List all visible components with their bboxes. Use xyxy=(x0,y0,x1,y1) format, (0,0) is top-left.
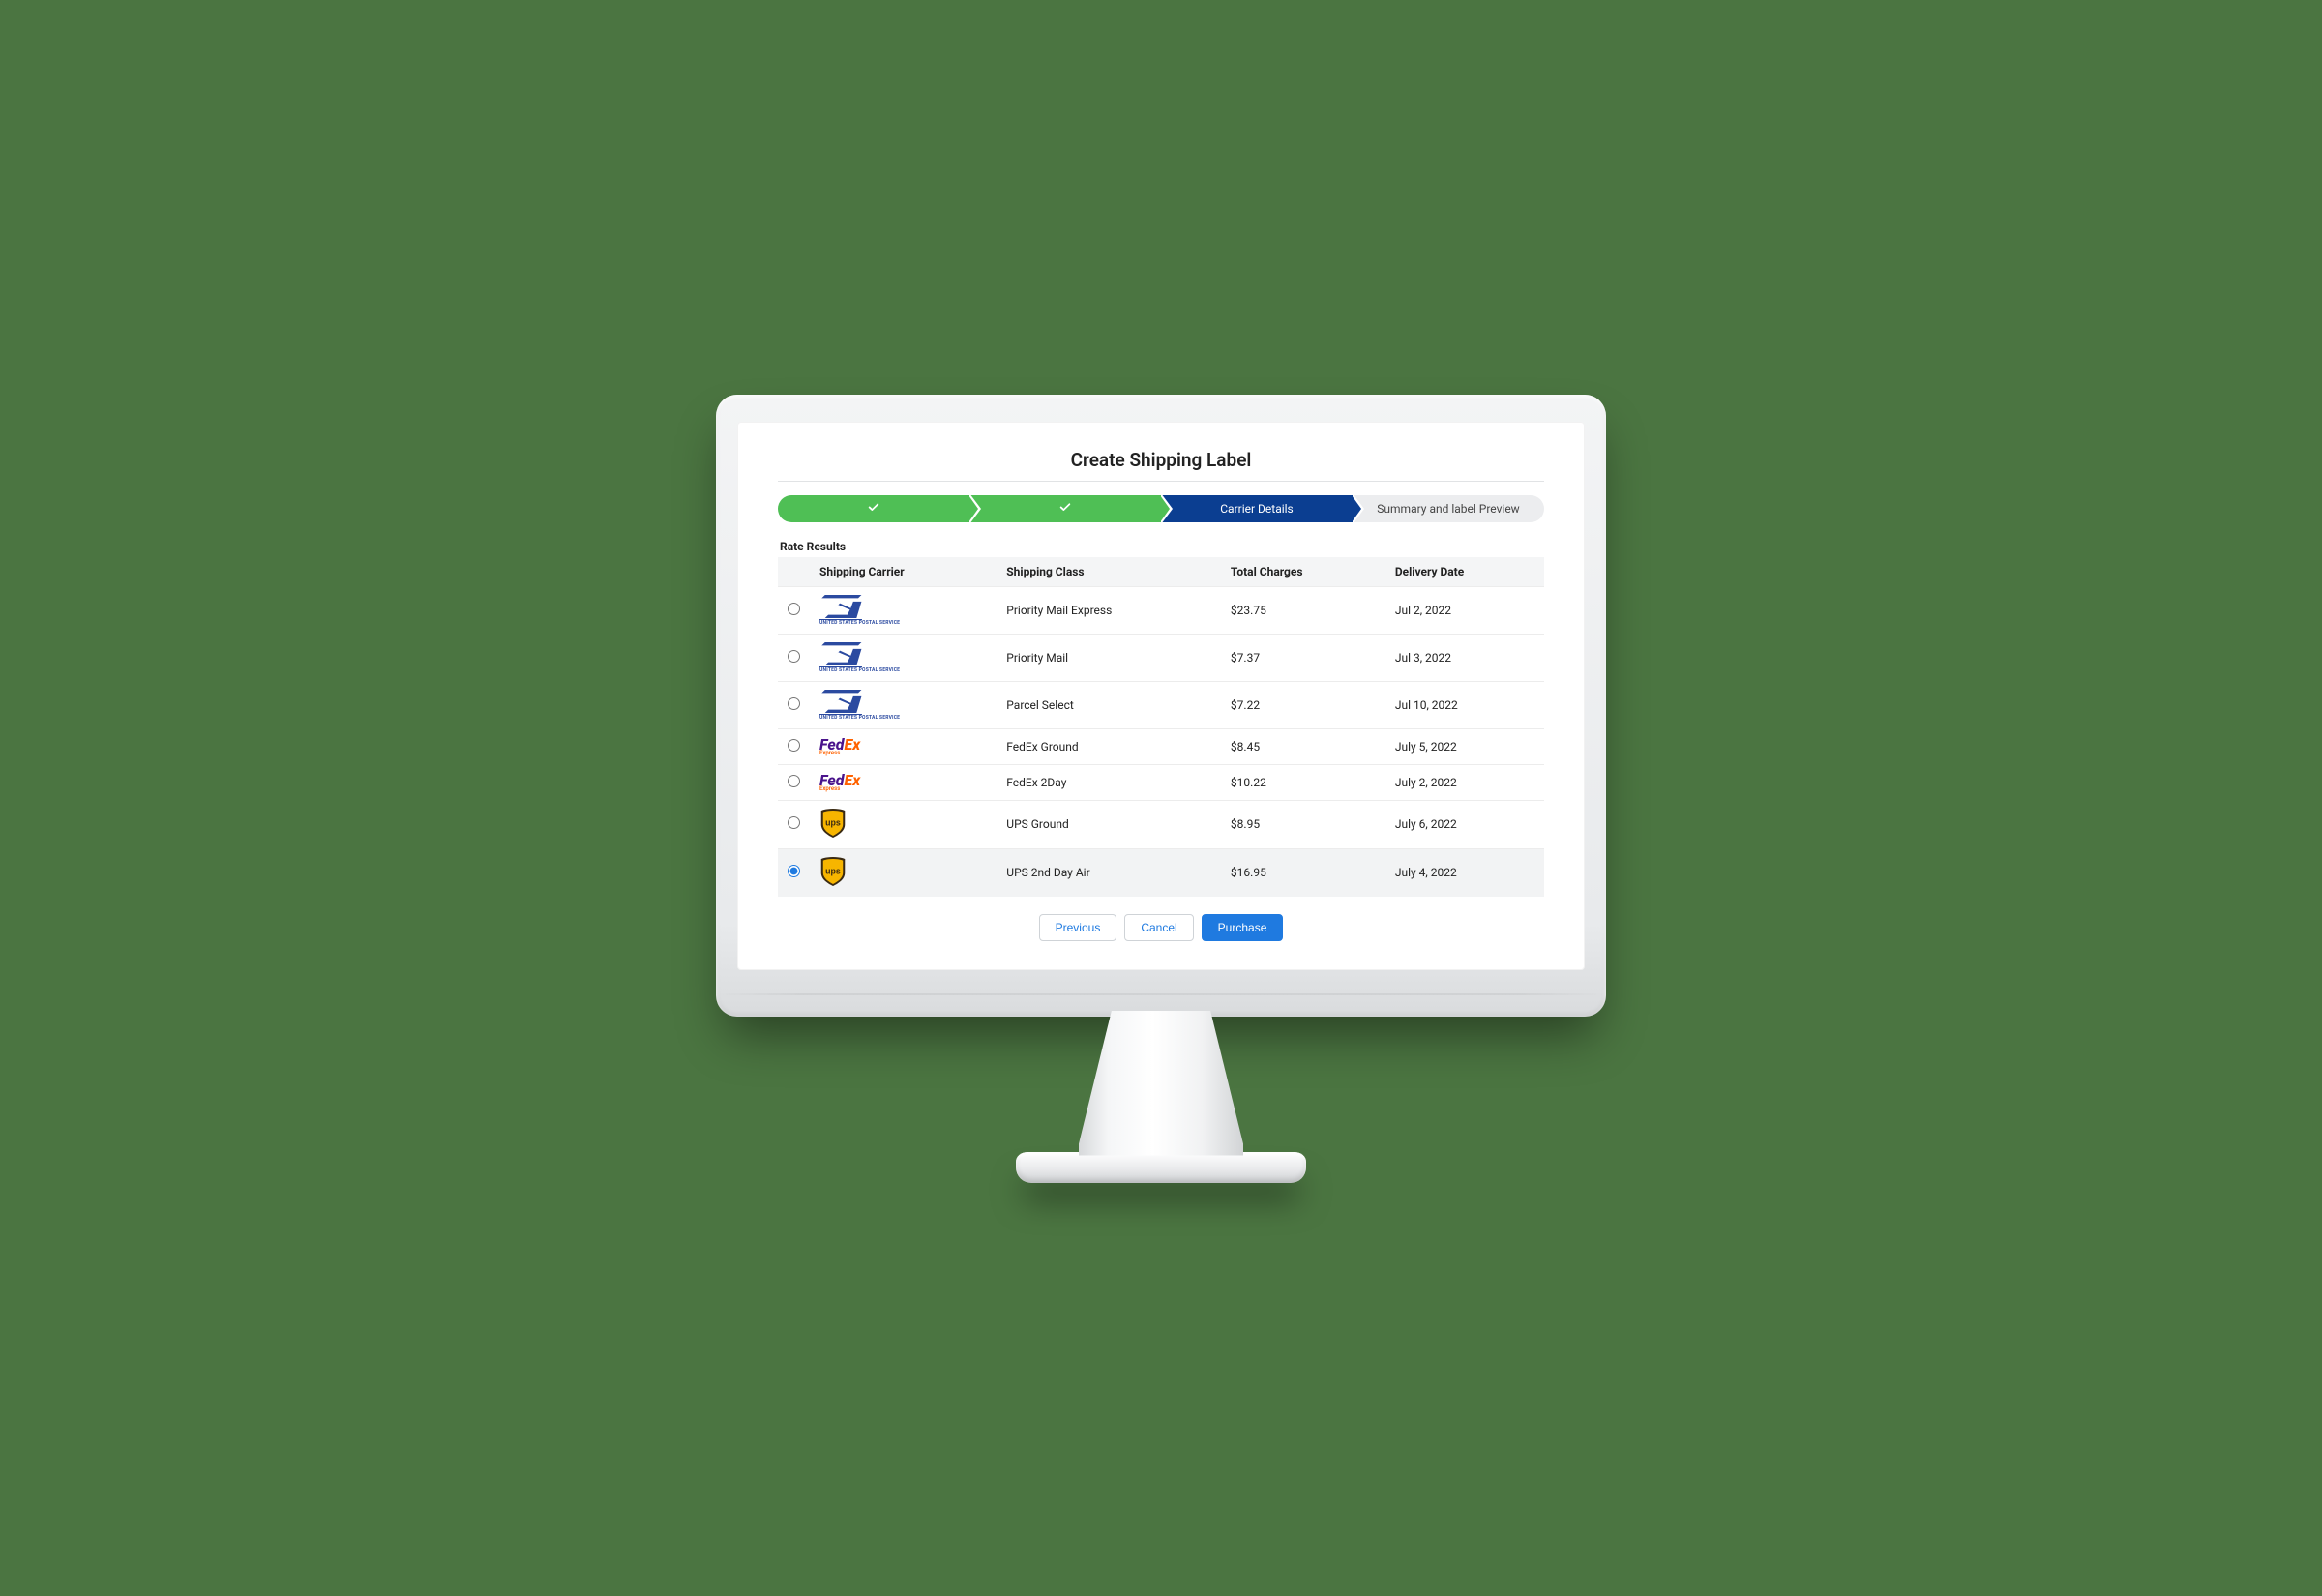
rate-class-cell: FedEx Ground xyxy=(997,728,1221,764)
rate-charges-cell: $7.22 xyxy=(1221,681,1385,728)
purchase-button[interactable]: Purchase xyxy=(1202,914,1284,941)
rate-charges-cell: $23.75 xyxy=(1221,586,1385,634)
check-icon xyxy=(867,500,880,514)
wizard-step-3[interactable]: Carrier Details xyxy=(1161,495,1353,522)
rate-results-table: Shipping Carrier Shipping Class Total Ch… xyxy=(778,557,1544,897)
rate-charges-cell: $10.22 xyxy=(1221,764,1385,800)
wizard-step-4: Summary and label Preview xyxy=(1353,495,1544,522)
monitor-foot xyxy=(1016,1152,1306,1183)
title-divider xyxy=(778,481,1544,482)
rate-row[interactable]: FedEx Express FedEx Ground$8.45July 5, 2… xyxy=(778,728,1544,764)
rate-select-cell xyxy=(778,800,810,848)
wizard-stepper: Carrier Details Summary and label Preview xyxy=(778,495,1544,522)
wizard-step-1[interactable] xyxy=(778,495,969,522)
rate-select-cell xyxy=(778,728,810,764)
rate-delivery-cell: July 6, 2022 xyxy=(1385,800,1544,848)
rate-radio[interactable] xyxy=(788,816,800,829)
rate-select-cell xyxy=(778,764,810,800)
svg-text:ups: ups xyxy=(825,866,841,875)
wizard-step-2[interactable] xyxy=(969,495,1161,522)
wizard-step-label: Summary and label Preview xyxy=(1377,502,1519,516)
rate-results-heading: Rate Results xyxy=(780,540,1544,553)
rate-delivery-cell: July 4, 2022 xyxy=(1385,848,1544,897)
rate-charges-cell: $8.95 xyxy=(1221,800,1385,848)
rate-row[interactable]: UNITED STATES POSTAL SERVICE Priority Ma… xyxy=(778,634,1544,681)
rate-delivery-cell: Jul 3, 2022 xyxy=(1385,634,1544,681)
rate-row[interactable]: ups UPS Ground$8.95July 6, 2022 xyxy=(778,800,1544,848)
rate-radio[interactable] xyxy=(788,650,800,663)
rate-row[interactable]: UNITED STATES POSTAL SERVICE Parcel Sele… xyxy=(778,681,1544,728)
rate-row[interactable]: FedEx Express FedEx 2Day$10.22July 2, 20… xyxy=(778,764,1544,800)
rate-select-cell xyxy=(778,848,810,897)
rate-class-cell: Priority Mail xyxy=(997,634,1221,681)
col-carrier: Shipping Carrier xyxy=(810,557,997,587)
rate-class-cell: Priority Mail Express xyxy=(997,586,1221,634)
cancel-button[interactable]: Cancel xyxy=(1124,914,1193,941)
rate-select-cell xyxy=(778,586,810,634)
rate-row[interactable]: ups UPS 2nd Day Air$16.95July 4, 2022 xyxy=(778,848,1544,897)
col-charges: Total Charges xyxy=(1221,557,1385,587)
wizard-step-label xyxy=(867,500,880,517)
col-class: Shipping Class xyxy=(997,557,1221,587)
col-select xyxy=(778,557,810,587)
ups-logo-icon: ups xyxy=(819,857,847,886)
action-bar: Previous Cancel Purchase xyxy=(778,914,1544,941)
rate-charges-cell: $8.45 xyxy=(1221,728,1385,764)
rate-radio[interactable] xyxy=(788,775,800,787)
svg-text:ups: ups xyxy=(825,817,841,827)
wizard-step-label xyxy=(1058,500,1072,517)
rate-class-cell: FedEx 2Day xyxy=(997,764,1221,800)
rate-row[interactable]: UNITED STATES POSTAL SERVICE Priority Ma… xyxy=(778,586,1544,634)
fedex-logo-icon: FedEx Express xyxy=(819,737,860,756)
rate-carrier-cell: UNITED STATES POSTAL SERVICE xyxy=(810,681,997,728)
rate-carrier-cell: FedEx Express xyxy=(810,728,997,764)
rate-class-cell: Parcel Select xyxy=(997,681,1221,728)
rate-radio[interactable] xyxy=(788,603,800,615)
check-icon xyxy=(1058,500,1072,514)
rate-carrier-cell: FedEx Express xyxy=(810,764,997,800)
rate-carrier-cell: ups xyxy=(810,800,997,848)
col-delivery: Delivery Date xyxy=(1385,557,1544,587)
rate-delivery-cell: July 2, 2022 xyxy=(1385,764,1544,800)
wizard-step-label: Carrier Details xyxy=(1220,502,1294,516)
previous-button[interactable]: Previous xyxy=(1039,914,1117,941)
rate-select-cell xyxy=(778,681,810,728)
monitor-neck xyxy=(1079,1011,1243,1156)
rate-delivery-cell: Jul 2, 2022 xyxy=(1385,586,1544,634)
monitor-bezel: Create Shipping Label Carrier Details Sum… xyxy=(716,395,1606,1017)
usps-logo-icon: UNITED STATES POSTAL SERVICE xyxy=(819,642,862,673)
rate-radio[interactable] xyxy=(788,739,800,752)
rate-delivery-cell: Jul 10, 2022 xyxy=(1385,681,1544,728)
usps-logo-icon: UNITED STATES POSTAL SERVICE xyxy=(819,595,862,626)
monitor-mockup: Create Shipping Label Carrier Details Sum… xyxy=(716,395,1606,1183)
ups-logo-icon: ups xyxy=(819,809,847,838)
rate-charges-cell: $7.37 xyxy=(1221,634,1385,681)
rate-class-cell: UPS Ground xyxy=(997,800,1221,848)
rate-carrier-cell: ups xyxy=(810,848,997,897)
rate-class-cell: UPS 2nd Day Air xyxy=(997,848,1221,897)
rate-delivery-cell: July 5, 2022 xyxy=(1385,728,1544,764)
fedex-logo-icon: FedEx Express xyxy=(819,773,860,792)
app-screen: Create Shipping Label Carrier Details Sum… xyxy=(737,422,1585,970)
rate-select-cell xyxy=(778,634,810,681)
rate-radio[interactable] xyxy=(788,865,800,877)
usps-logo-icon: UNITED STATES POSTAL SERVICE xyxy=(819,690,862,721)
page-title: Create Shipping Label xyxy=(778,449,1544,471)
rate-charges-cell: $16.95 xyxy=(1221,848,1385,897)
rate-carrier-cell: UNITED STATES POSTAL SERVICE xyxy=(810,634,997,681)
rate-carrier-cell: UNITED STATES POSTAL SERVICE xyxy=(810,586,997,634)
rate-radio[interactable] xyxy=(788,697,800,710)
